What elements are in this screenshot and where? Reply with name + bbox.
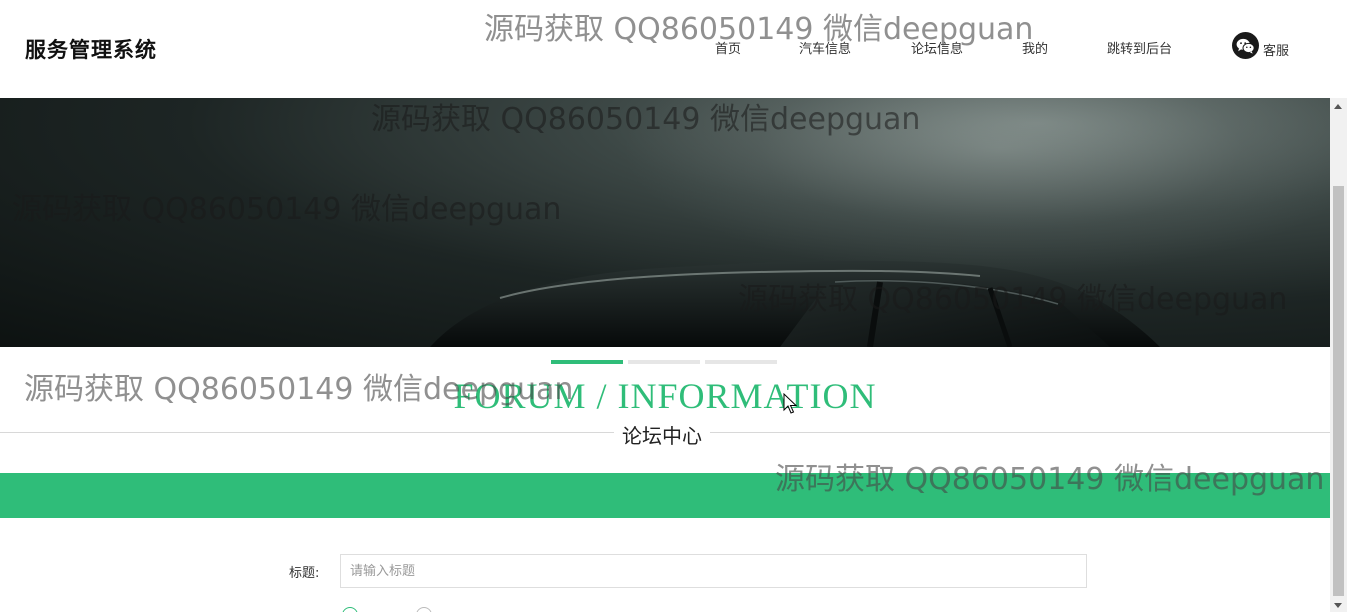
customer-service-button[interactable]: 客服 xyxy=(1232,32,1289,59)
nav-item-admin[interactable]: 跳转到后台 xyxy=(1107,38,1172,57)
nav-item-home[interactable]: 首页 xyxy=(715,38,741,57)
page: 服务管理系统 首页 汽车信息 论坛信息 我的 跳转到后台 客服 FORUM / … xyxy=(0,0,1360,612)
wechat-icon xyxy=(1232,32,1259,59)
section-title-en: FORUM / INFORMATION xyxy=(453,376,877,416)
scroll-down-arrow-icon[interactable] xyxy=(1331,600,1345,612)
carousel-indicator-1[interactable] xyxy=(551,360,623,364)
title-input[interactable] xyxy=(340,554,1087,588)
radio-option-2[interactable] xyxy=(416,607,432,612)
main-nav: 首页 汽车信息 论坛信息 我的 跳转到后台 xyxy=(0,38,1330,58)
mouse-cursor-icon xyxy=(783,393,797,414)
window-edge xyxy=(1347,0,1360,612)
carousel-indicator-2[interactable] xyxy=(628,360,700,364)
section-header-bar xyxy=(0,473,1330,518)
title-field-label: 标题: xyxy=(289,566,320,581)
nav-item-car-info[interactable]: 汽车信息 xyxy=(799,38,851,57)
top-header: 服务管理系统 首页 汽车信息 论坛信息 我的 跳转到后台 客服 xyxy=(0,0,1330,98)
scrollbar-thumb[interactable] xyxy=(1333,186,1344,596)
nav-item-forum-info[interactable]: 论坛信息 xyxy=(911,38,963,57)
carousel-indicators xyxy=(551,360,777,364)
section-title-cn: 论坛中心 xyxy=(614,420,710,449)
hero-banner xyxy=(0,98,1330,347)
radio-option-1[interactable] xyxy=(342,607,358,612)
nav-item-my[interactable]: 我的 xyxy=(1022,38,1048,57)
carousel-indicator-3[interactable] xyxy=(705,360,777,364)
customer-service-label: 客服 xyxy=(1263,44,1290,59)
scroll-up-arrow-icon[interactable] xyxy=(1331,101,1345,113)
car-image xyxy=(430,260,1160,347)
